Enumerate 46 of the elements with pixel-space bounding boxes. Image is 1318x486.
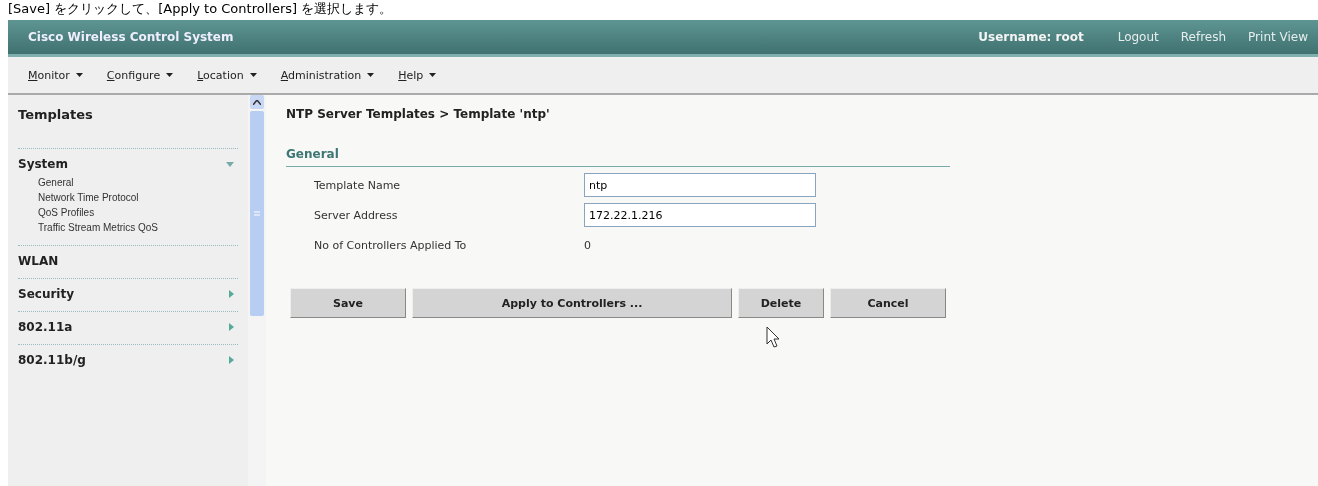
sidebar-title: Templates bbox=[18, 107, 94, 122]
menu-item[interactable]: Help bbox=[398, 68, 437, 82]
scroll-up-icon[interactable] bbox=[253, 99, 261, 105]
caret-down-icon bbox=[75, 73, 83, 77]
caption: [Save] をクリックして、[Apply to Controllers] を選択します。 bbox=[7, 0, 394, 18]
menu-item[interactable]: Administration bbox=[280, 68, 375, 82]
section-title: General bbox=[286, 147, 950, 167]
field-label: No of Controllers Applied To bbox=[314, 239, 468, 252]
grip-icon bbox=[254, 211, 260, 216]
sidebar-section[interactable]: 802.11b/g bbox=[18, 353, 238, 367]
caret-right-icon bbox=[229, 290, 234, 298]
sidebar-item[interactable]: QoS Profiles bbox=[38, 205, 238, 220]
caret-down-icon bbox=[166, 73, 174, 77]
sidebar-item[interactable]: General bbox=[38, 175, 238, 190]
text-field[interactable]: ntp bbox=[584, 173, 816, 197]
mouse-pointer-icon bbox=[766, 326, 780, 348]
text-field[interactable]: 172.22.1.216 bbox=[584, 203, 816, 227]
header-link[interactable]: Refresh bbox=[1180, 30, 1227, 44]
sidebar-section[interactable]: 802.11a bbox=[18, 320, 238, 334]
caret-down-icon bbox=[249, 73, 257, 77]
sidebar-section[interactable]: System bbox=[18, 157, 238, 171]
action-button[interactable]: Save bbox=[290, 288, 406, 318]
caret-down-icon bbox=[226, 161, 234, 167]
field-label: Server Address bbox=[314, 208, 399, 222]
caret-down-icon bbox=[429, 73, 437, 77]
header-link[interactable]: Print View bbox=[1248, 30, 1308, 44]
action-button[interactable]: Cancel bbox=[830, 288, 946, 318]
menu-item[interactable]: Configure bbox=[106, 68, 174, 82]
sidebar-section[interactable]: WLAN bbox=[18, 254, 238, 268]
scrollbar[interactable] bbox=[248, 95, 266, 486]
sidebar-item[interactable]: Network Time Protocol bbox=[38, 190, 238, 205]
field-label: Template Name bbox=[314, 178, 402, 192]
caret-down-icon bbox=[367, 73, 375, 77]
menu-item[interactable]: Location bbox=[197, 68, 257, 82]
caret-right-icon bbox=[229, 356, 234, 364]
app-title: Cisco Wireless Control System bbox=[28, 30, 235, 44]
username-label: Username: root bbox=[978, 30, 1084, 44]
action-button[interactable]: Delete bbox=[738, 288, 824, 318]
header-link[interactable]: Logout bbox=[1117, 30, 1159, 44]
sidebar-section[interactable]: Security bbox=[18, 287, 238, 301]
action-button[interactable]: Apply to Controllers ... bbox=[412, 288, 732, 318]
sidebar-item[interactable]: Traffic Stream Metrics QoS bbox=[38, 220, 238, 235]
field-value: 0 bbox=[584, 238, 592, 254]
breadcrumb: NTP Server Templates > Template 'ntp' bbox=[286, 107, 551, 121]
menu-item[interactable]: Monitor bbox=[28, 68, 83, 82]
caret-right-icon bbox=[229, 323, 234, 331]
